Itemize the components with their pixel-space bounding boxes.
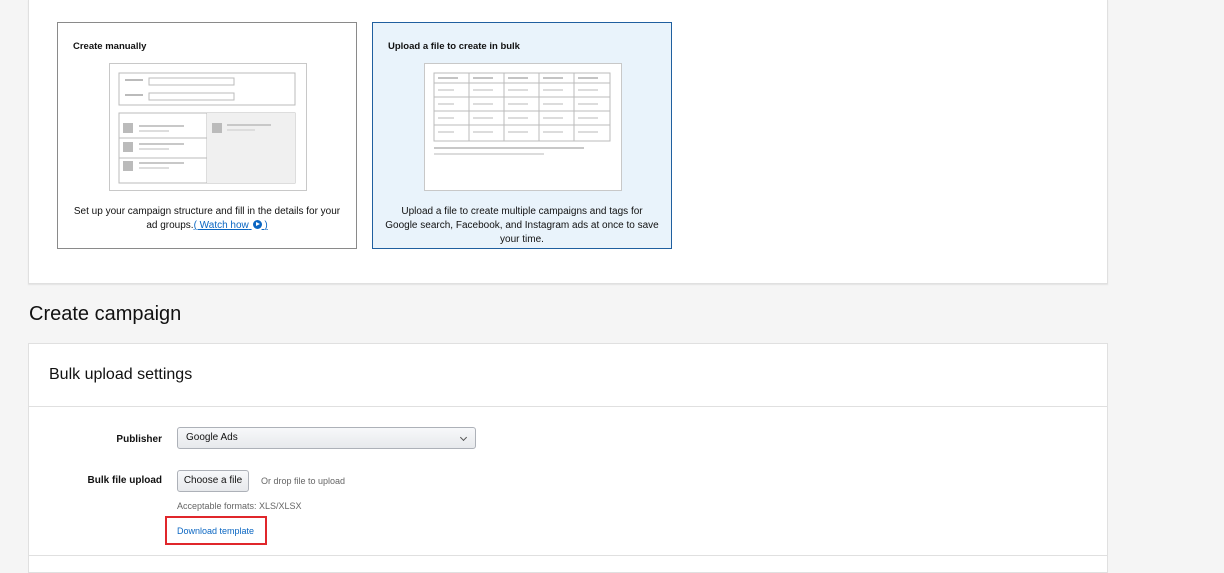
choose-file-button[interactable]: Choose a file <box>177 470 249 492</box>
publisher-label: Publisher <box>116 434 162 445</box>
chevron-down-icon <box>459 433 468 442</box>
page-title: Create campaign <box>29 303 182 325</box>
watch-how-text: ( Watch how <box>193 220 249 231</box>
bulk-file-upload-label: Bulk file upload <box>87 475 162 486</box>
manual-illustration <box>109 63 307 191</box>
creation-method-panel: Create manually Set up your campaign str… <box>28 0 1108 284</box>
settings-title: Bulk upload settings <box>49 366 193 383</box>
upload-bulk-title: Upload a file to create in bulk <box>388 41 520 52</box>
settings-header: Bulk upload settings <box>29 344 1107 407</box>
bulk-illustration <box>424 63 622 191</box>
download-template-link[interactable]: Download template <box>177 526 254 536</box>
create-manually-description: Set up your campaign structure and fill … <box>70 205 344 233</box>
play-icon <box>252 220 262 229</box>
publisher-select[interactable]: Google Ads <box>177 427 476 449</box>
drop-file-hint: Or drop file to upload <box>261 476 346 486</box>
watch-how-close: ) <box>264 220 268 231</box>
create-manually-title: Create manually <box>73 41 147 52</box>
watch-how-link[interactable]: ( Watch how ) <box>194 220 268 231</box>
accepted-formats-text: Acceptable formats: XLS/XLSX <box>177 501 302 511</box>
divider <box>29 555 1107 556</box>
upload-bulk-description: Upload a file to create multiple campaig… <box>385 206 659 245</box>
create-manually-card[interactable]: Create manually Set up your campaign str… <box>57 22 357 249</box>
bulk-upload-settings-panel: Bulk upload settings Publisher Google Ad… <box>28 343 1108 573</box>
upload-bulk-card[interactable]: Upload a file to create in bulk Upload a… <box>372 22 672 249</box>
publisher-select-value: Google Ads <box>186 432 238 443</box>
